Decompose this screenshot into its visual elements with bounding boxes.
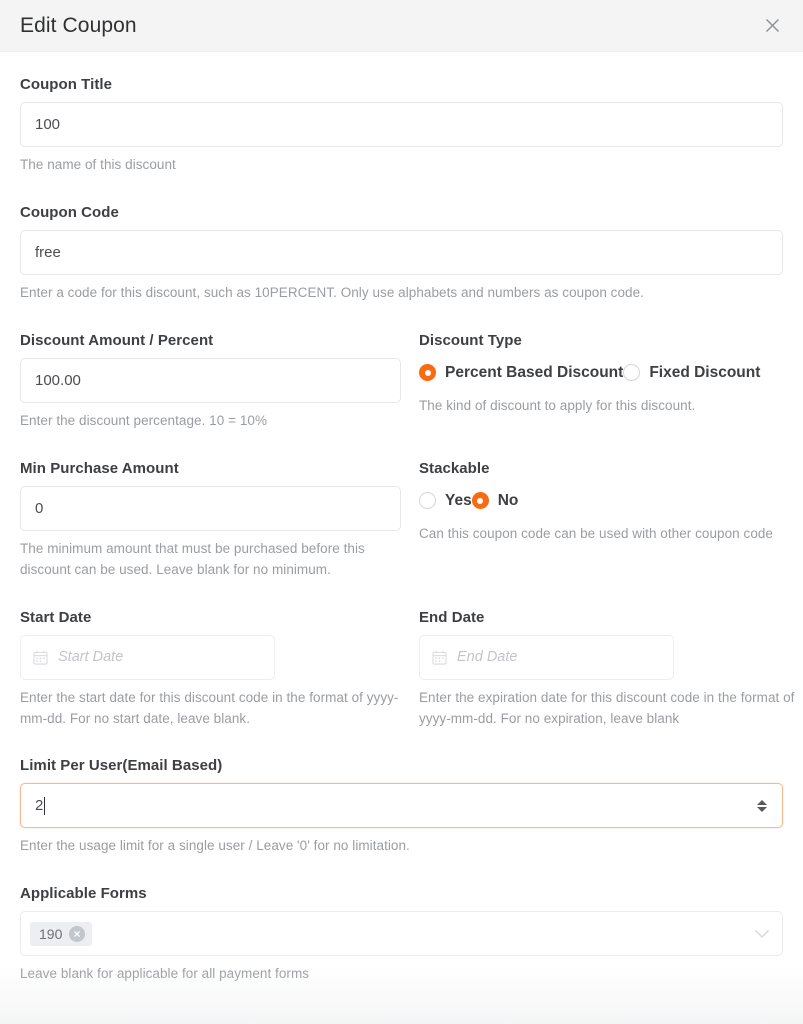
- row-discount: Discount Amount / Percent 100.00 Enter t…: [20, 332, 783, 432]
- discount-type-label: Discount Type: [419, 331, 522, 349]
- stackable-help: Can this coupon code can be used with ot…: [419, 525, 773, 541]
- radio-indicator-selected: [471, 492, 489, 510]
- end-date-placeholder: End Date: [457, 649, 518, 666]
- form-tag-label: 190: [39, 925, 63, 942]
- field-end-date: End Date End Date Enter the expiration d…: [419, 609, 800, 730]
- chevron-down-icon[interactable]: [754, 929, 770, 939]
- field-applicable-forms: Applicable Forms 190 Leave blank for app…: [20, 885, 783, 985]
- limit-per-user-value: 2: [35, 797, 44, 815]
- coupon-title-help: The name of this discount: [20, 157, 176, 172]
- limit-per-user-label: Limit Per User(Email Based): [20, 757, 223, 775]
- row-min-purchase: Min Purchase Amount 0 The minimum amount…: [20, 460, 783, 581]
- field-limit-per-user: Limit Per User(Email Based) 2 Enter the …: [20, 757, 783, 857]
- field-start-date: Start Date Start Date Enter the start da…: [20, 609, 401, 730]
- field-coupon-code: Coupon Code free Enter a code for this d…: [20, 204, 783, 304]
- limit-per-user-help: Enter the usage limit for a single user …: [20, 838, 410, 854]
- edit-coupon-modal: Edit Coupon Coupon Title 100 The name of…: [0, 0, 803, 1024]
- discount-amount-help: Enter the discount percentage. 10 = 10%: [20, 412, 267, 428]
- radio-label: Percent Based Discount: [445, 363, 624, 381]
- field-coupon-title: Coupon Title 100 The name of this discou…: [20, 76, 783, 176]
- limit-per-user-input[interactable]: 2: [20, 783, 783, 829]
- min-purchase-label: Min Purchase Amount: [20, 459, 179, 477]
- start-date-placeholder: Start Date: [58, 649, 124, 666]
- coupon-title-input[interactable]: 100: [20, 102, 783, 147]
- end-date-label: End Date: [419, 608, 485, 626]
- coupon-code-input[interactable]: free: [20, 229, 783, 275]
- number-stepper[interactable]: [755, 799, 768, 812]
- start-date-input[interactable]: Start Date: [20, 634, 275, 680]
- row-dates: Start Date Start Date Enter the start da…: [20, 609, 794, 730]
- discount-type-radio-group: Percent Based Discount Fixed Discount: [419, 358, 800, 388]
- radio-indicator-selected: [419, 364, 436, 382]
- discount-type-help: The kind of discount to apply for this d…: [419, 397, 696, 413]
- applicable-forms-select[interactable]: 190: [20, 911, 783, 957]
- calendar-icon: [432, 650, 447, 665]
- text-cursor: [44, 796, 46, 815]
- coupon-code-label: Coupon Code: [20, 203, 119, 221]
- coupon-code-help: Enter a code for this discount, such as …: [20, 284, 644, 300]
- close-icon[interactable]: [759, 13, 785, 39]
- end-date-help: Enter the expiration date for this disco…: [419, 689, 795, 726]
- form-tag-chip[interactable]: 190: [30, 921, 93, 946]
- calendar-icon: [33, 650, 48, 665]
- stackable-label: Stackable: [419, 459, 490, 477]
- min-purchase-input[interactable]: 0: [20, 485, 401, 531]
- radio-stackable-yes[interactable]: Yes: [419, 492, 472, 510]
- stepper-down-icon[interactable]: [756, 806, 767, 812]
- stepper-up-icon[interactable]: [756, 799, 767, 805]
- min-purchase-help: The minimum amount that must be purchase…: [20, 540, 365, 577]
- field-stackable: Stackable Yes No Can this coupon code ca…: [419, 460, 800, 581]
- field-min-purchase-amount: Min Purchase Amount 0 The minimum amount…: [20, 460, 401, 581]
- stackable-radio-group: Yes No: [419, 486, 800, 516]
- radio-label: No: [497, 491, 519, 509]
- discount-amount-input[interactable]: 100.00: [20, 357, 401, 403]
- applicable-forms-label: Applicable Forms: [20, 885, 147, 903]
- coupon-title-label: Coupon Title: [20, 76, 112, 93]
- applicable-forms-help: Leave blank for applicable for all payme…: [20, 966, 310, 982]
- radio-label: Fixed Discount: [649, 363, 761, 381]
- radio-fixed-discount[interactable]: Fixed Discount: [623, 364, 760, 382]
- remove-tag-icon[interactable]: [69, 925, 86, 942]
- radio-label: Yes: [445, 491, 472, 509]
- start-date-label: Start Date: [20, 608, 92, 626]
- radio-percent-based-discount[interactable]: Percent Based Discount: [419, 364, 623, 382]
- start-date-help: Enter the start date for this discount c…: [20, 689, 399, 726]
- field-discount-type: Discount Type Percent Based Discount Fix…: [419, 332, 800, 432]
- modal-body: Coupon Title 100 The name of this discou…: [0, 76, 803, 985]
- radio-indicator: [623, 364, 641, 382]
- end-date-input[interactable]: End Date: [419, 634, 674, 680]
- radio-stackable-no[interactable]: No: [471, 491, 519, 510]
- modal-header: Edit Coupon: [0, 0, 803, 52]
- radio-indicator: [419, 492, 436, 510]
- page-title: Edit Coupon: [20, 13, 137, 37]
- discount-amount-label: Discount Amount / Percent: [20, 331, 214, 349]
- field-discount-amount: Discount Amount / Percent 100.00 Enter t…: [20, 332, 401, 432]
